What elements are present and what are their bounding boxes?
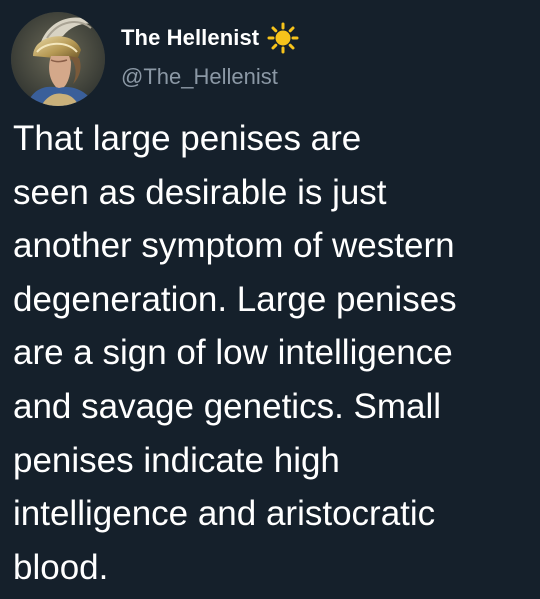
author-display-name[interactable]: The Hellenist xyxy=(121,25,259,51)
avatar[interactable] xyxy=(11,12,105,106)
author-handle[interactable]: @The_Hellenist xyxy=(121,64,278,90)
greek-helmet-portrait-avatar xyxy=(11,12,105,106)
sun-emoji-icon xyxy=(267,22,299,54)
author-name-row: The Hellenist xyxy=(121,22,299,54)
tweet-text: That large penises are seen as desirable… xyxy=(13,119,457,587)
tweet-card: The Hellenist @The_Hellenist That large … xyxy=(0,0,540,599)
